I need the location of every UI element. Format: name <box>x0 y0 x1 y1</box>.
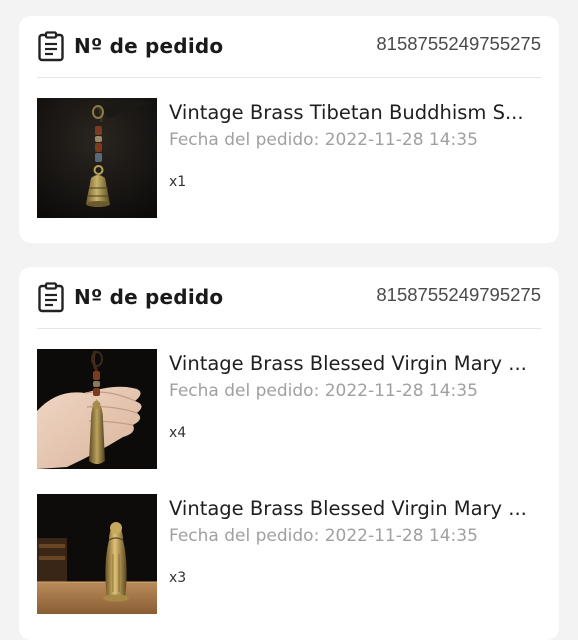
order-date: Fecha del pedido: 2022-11-28 14:35 <box>169 526 478 546</box>
order-item[interactable]: Vintage Brass Blessed Virgin Mary ... Fe… <box>37 494 541 614</box>
product-title[interactable]: Vintage Brass Blessed Virgin Mary ... <box>169 496 541 522</box>
item-quantity: x4 <box>169 425 187 441</box>
order-header: Nº de pedido 8158755249795275 <box>37 267 541 329</box>
order-number: 8158755249755275 <box>376 33 541 54</box>
product-image[interactable] <box>37 494 157 614</box>
order-date: Fecha del pedido: 2022-11-28 14:35 <box>169 381 478 401</box>
order-number-label: Nº de pedido <box>74 285 224 309</box>
order-number: 8158755249795275 <box>376 284 541 305</box>
order-number-label: Nº de pedido <box>74 34 224 58</box>
order-date: Fecha del pedido: 2022-11-28 14:35 <box>169 130 478 150</box>
product-title[interactable]: Vintage Brass Tibetan Buddhism S... <box>169 100 541 126</box>
item-quantity: x1 <box>169 174 187 190</box>
order-header: Nº de pedido 8158755249755275 <box>37 16 541 78</box>
product-title[interactable]: Vintage Brass Blessed Virgin Mary ... <box>169 351 541 377</box>
order-item[interactable]: Vintage Brass Tibetan Buddhism S... Fech… <box>37 98 541 218</box>
order-card[interactable]: Nº de pedido 8158755249755275 Vintage Br… <box>19 16 559 243</box>
order-card[interactable]: Nº de pedido 8158755249795275 Vintage Br… <box>19 267 559 640</box>
clipboard-icon <box>38 282 64 313</box>
item-quantity: x3 <box>169 570 187 586</box>
product-image[interactable] <box>37 349 157 469</box>
product-image[interactable] <box>37 98 157 218</box>
clipboard-icon <box>38 31 64 62</box>
order-item[interactable]: Vintage Brass Blessed Virgin Mary ... Fe… <box>37 349 541 469</box>
